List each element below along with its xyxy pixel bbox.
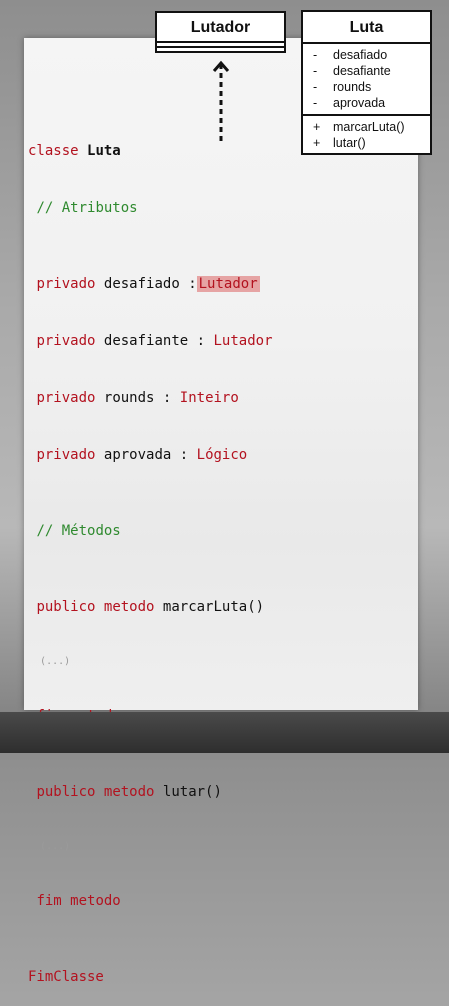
uml-luta-attributes: - desafiado - desafiante - rounds - aprovada (303, 44, 430, 116)
code-line-method: publico metodo lutar() (36, 784, 222, 800)
uml-luta-methods: + marcarLuta() + lutar() (303, 116, 430, 154)
code-line-ellipsis: (...) (40, 841, 71, 852)
uml-attribute-row: - aprovada (313, 96, 386, 110)
code-line-attribute: privado aprovada : Lógico (36, 447, 248, 463)
code-line-attribute: privado desafiante : Lutador (36, 333, 273, 349)
code-line-class: classe Luta (28, 143, 121, 159)
code-line-comment: // Atributos (36, 200, 138, 216)
uml-class-luta-title: Luta (303, 12, 430, 44)
uml-attribute-row: - rounds (313, 80, 372, 94)
uml-class-luta: Luta - desafiado - desafiante - rounds - apr… (301, 10, 432, 155)
uml-class-lutador: Lutador (155, 11, 286, 53)
uml-method-row: + lutar() (313, 136, 366, 150)
code-line-attribute: privado rounds : Inteiro (36, 390, 239, 406)
code-line-ellipsis: (...) (40, 656, 71, 667)
code-line-method: publico metodo marcarLuta() (36, 599, 265, 615)
pseudocode-block: classe Luta // Atributos privado desafia… (28, 104, 273, 1006)
uml-attribute-row: - desafiante (313, 64, 391, 78)
code-line-comment: // Métodos (36, 523, 121, 539)
code-line-method-end: fim metodo (36, 893, 121, 909)
uml-method-row: + marcarLuta() (313, 120, 405, 134)
uml-attribute-row: - desafiado (313, 48, 388, 62)
bottom-bar (0, 712, 449, 753)
code-line-attribute: privado desafiado : Lutador (36, 276, 260, 292)
uml-class-lutador-separator (157, 43, 284, 48)
highlighted-type: Lutador (196, 276, 260, 292)
code-line-end-class: FimClasse (28, 969, 104, 985)
uml-class-lutador-title: Lutador (157, 13, 284, 43)
